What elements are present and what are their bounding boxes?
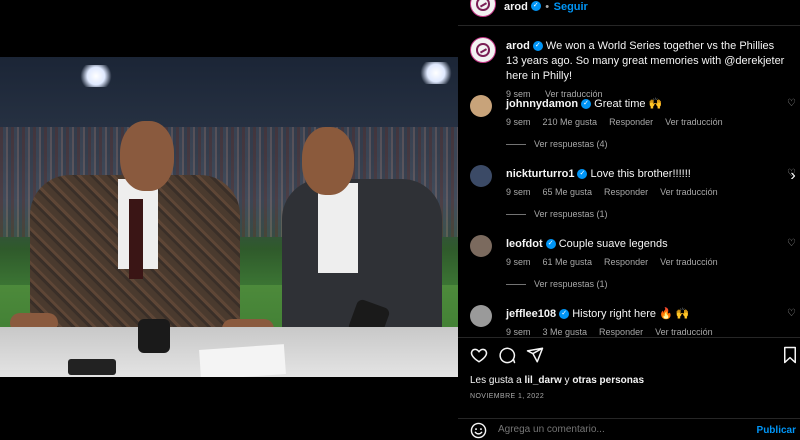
comment-avatar[interactable] — [470, 235, 492, 257]
comment-text: Couple suave legends — [558, 238, 668, 250]
comment-translate-link[interactable]: Ver traducción — [660, 257, 718, 267]
post-media[interactable] — [0, 0, 458, 440]
comment-reply-button[interactable]: Responder — [604, 187, 648, 197]
post-detail-panel: arod ✓ • Seguir arod ✓ We won a World Seri… — [458, 0, 800, 440]
comment-likes[interactable]: 210 Me gusta — [543, 117, 598, 127]
papers — [199, 344, 286, 377]
heart-icon[interactable] — [470, 346, 488, 364]
comment-like-heart-icon[interactable]: ♡ — [787, 239, 797, 249]
verified-badge-icon: ✓ — [581, 99, 592, 110]
caption-username[interactable]: arod — [506, 40, 530, 52]
comment-time: 9 sem — [506, 257, 531, 267]
person-right-head — [302, 127, 354, 195]
comment-reply-button[interactable]: Responder — [609, 117, 653, 127]
comment-avatar[interactable] — [470, 95, 492, 117]
stadium-light — [420, 62, 452, 84]
comment-translate-link[interactable]: Ver traducción — [665, 117, 723, 127]
comment-like-heart-icon[interactable]: ♡ — [787, 99, 797, 109]
comment-translate-link[interactable]: Ver traducción — [655, 327, 713, 337]
person-right-shirt — [318, 183, 358, 273]
comment-like-heart-icon[interactable]: ♡ — [787, 309, 797, 319]
profile-avatar[interactable] — [470, 0, 496, 17]
likes-user[interactable]: lil_darw — [525, 375, 562, 386]
add-comment-input[interactable] — [498, 424, 738, 435]
comment-text: History right here 🔥 🙌 — [572, 308, 690, 320]
follow-button[interactable]: Seguir — [554, 1, 588, 13]
comment-text: Love this brother!!!!!! — [590, 168, 691, 180]
phone — [68, 359, 116, 375]
emoji-icon[interactable] — [470, 422, 487, 439]
publish-button[interactable]: Publicar — [757, 425, 796, 436]
comment-time: 9 sem — [506, 187, 531, 197]
add-comment-bar: Publicar — [458, 418, 800, 440]
verified-badge-icon: ✓ — [545, 239, 556, 250]
post-photo[interactable] — [0, 57, 458, 377]
person-left-tie — [129, 199, 143, 279]
comment-time: 9 sem — [506, 327, 531, 337]
likes-summary[interactable]: Les gusta a lil_darw y otras personas — [470, 375, 644, 386]
comment-icon[interactable] — [498, 346, 516, 364]
comment-username[interactable]: nickturturro1 — [506, 168, 574, 180]
share-icon[interactable] — [526, 346, 544, 364]
view-replies[interactable]: Ver respuestas (4) — [506, 139, 608, 149]
comment-time: 9 sem — [506, 117, 531, 127]
likes-prefix: Les gusta a — [470, 375, 522, 386]
comment-reply-button[interactable]: Responder — [599, 327, 643, 337]
view-replies[interactable]: Ver respuestas (1) — [506, 279, 608, 289]
comment-translate-link[interactable]: Ver traducción — [660, 187, 718, 197]
comment-reply-button[interactable]: Responder — [604, 257, 648, 267]
stadium-light — [80, 65, 112, 87]
comment-item: nickturturro1 ✓ Love this brother!!!!!! 9… — [470, 165, 796, 225]
post-date: NOVIEMBRE 1, 2022 — [470, 393, 545, 400]
verified-badge-icon: ✓ — [559, 309, 570, 320]
comment-item: jefflee108 ✓ History right here 🔥 🙌 9 sem… — [470, 305, 797, 337]
bookmark-icon[interactable] — [782, 346, 798, 364]
caption-avatar[interactable] — [470, 37, 496, 63]
view-replies[interactable]: Ver respuestas (1) — [506, 209, 608, 219]
likes-others[interactable]: otras personas — [572, 375, 644, 386]
post-username[interactable]: arod — [504, 1, 528, 13]
comment-item: johnnydamon ✓ Great time 🙌 9 sem 210 Me gu… — [470, 95, 797, 155]
comment-username[interactable]: johnnydamon — [506, 98, 578, 110]
comment-likes[interactable]: 65 Me gusta — [543, 187, 593, 197]
verified-badge-icon: ✓ — [532, 41, 543, 52]
person-left-head — [120, 121, 174, 191]
desk-microphone — [138, 319, 170, 353]
comment-likes[interactable]: 61 Me gusta — [543, 257, 593, 267]
caption-text: arod ✓ We won a World Series together vs … — [506, 39, 786, 84]
comments-list[interactable]: arod ✓ We won a World Series together vs … — [458, 27, 800, 337]
comment-likes[interactable]: 3 Me gusta — [543, 327, 588, 337]
comment-avatar[interactable] — [470, 305, 492, 327]
post-actions: Les gusta a lil_darw y otras personas NO… — [458, 337, 800, 440]
separator-dot: • — [545, 1, 550, 13]
verified-badge-icon: ✓ — [530, 0, 541, 11]
avatar-logo-icon — [476, 43, 490, 57]
comment-username[interactable]: leofdot — [506, 238, 543, 250]
comment-text: Great time 🙌 — [594, 98, 663, 110]
post-header: arod ✓ • Seguir — [458, 0, 800, 26]
verified-badge-icon: ✓ — [577, 169, 588, 180]
comment-item: leofdot ✓ Couple suave legends 9 sem 61 Me… — [470, 235, 797, 295]
chevron-right-icon[interactable]: › — [786, 166, 800, 186]
likes-and: y — [564, 375, 570, 386]
avatar-logo-icon — [476, 0, 490, 11]
caption-body: We won a World Series together vs the Ph… — [506, 40, 785, 82]
comment-avatar[interactable] — [470, 165, 492, 187]
comment-username[interactable]: jefflee108 — [506, 308, 556, 320]
